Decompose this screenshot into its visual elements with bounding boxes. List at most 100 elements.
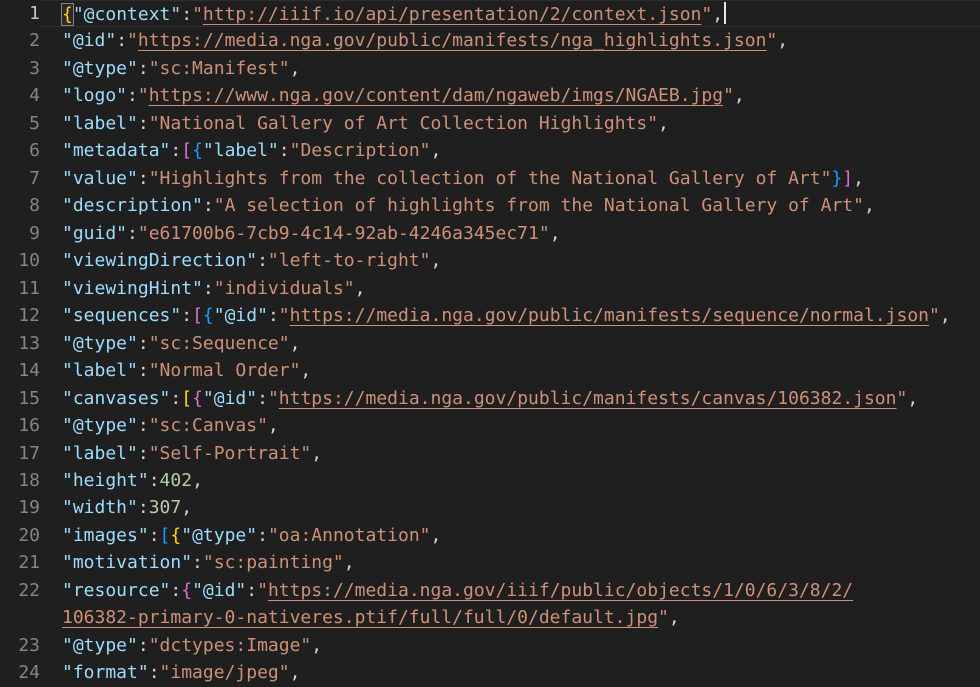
punctuation-token: : [181,305,193,327]
link-text[interactable]: https://media.nga.gov/public/manifests/n… [138,30,767,51]
code-line[interactable]: 6 "metadata":[{"label":"Description", [0,137,980,164]
code-line-content: "viewingDirection":"left-to-right", [40,247,980,274]
code-line[interactable]: 4 "logo":"https://www.nga.gov/content/dam… [0,82,980,109]
punctuation-token: : [148,662,160,684]
punctuation-token: , [430,250,442,272]
code-line[interactable]: 11 "viewingHint":"individuals", [0,275,980,302]
code-line[interactable]: 22 "resource":{"@id":"https://media.nga.g… [0,577,980,604]
json-key-token: "label" [62,442,138,464]
punctuation-token: , [289,662,301,684]
json-key-token: "@type" [62,332,138,354]
punctuation-token: : [148,469,160,491]
string-token: " [929,305,940,327]
punctuation-token: , [712,4,724,25]
line-number: 8 [29,195,40,217]
json-key-token: "@context" [72,4,182,25]
bracket-token: [ [181,140,193,162]
code-line-wrap[interactable]: 106382-primary-0-nativeres.ptif/full/ful… [0,604,980,631]
line-number: 10 [18,250,40,272]
code-line[interactable]: 3 "@type":"sc:Manifest", [0,55,980,82]
string-token: "e61700b6-7cb9-4c14-92ab-4246a345ec71" [137,222,550,244]
string-token: "sc:Manifest" [148,57,290,79]
matched-bracket-token: { [61,3,74,26]
bracket-token: { [202,305,214,327]
string-token: "Highlights from the collection of the N… [148,167,832,189]
code-line[interactable]: 19 "width":307, [0,494,980,521]
punctuation-token: : [137,167,149,189]
punctuation-token: , [853,167,864,189]
number-token: 402 [159,469,193,491]
string-token: "A selection of highlights from the Nati… [213,195,864,217]
link-text[interactable]: https://www.nga.gov/content/dam/ngaweb/i… [149,85,723,106]
code-line[interactable]: 5 "label":"National Gallery of Art Collec… [0,110,980,137]
punctuation-token: , [733,85,745,107]
bracket-token: { [192,140,203,162]
punctuation-token: : [278,140,290,162]
code-line-content: "motivation":"sc:painting", [40,549,980,576]
code-line[interactable]: 13 "@type":"sc:Sequence", [0,330,980,357]
code-line-content: "label":"National Gallery of Art Collect… [40,110,980,137]
code-line[interactable]: 9 "guid":"e61700b6-7cb9-4c14-92ab-4246a34… [0,220,980,247]
number-token: 307 [148,497,182,519]
json-key-token: "@type" [62,57,138,79]
code-line-content: "@type":"sc:Manifest", [40,55,980,82]
code-line[interactable]: 10 "viewingDirection":"left-to-right", [0,247,980,274]
punctuation-token: : [137,497,149,519]
string-token: "sc:Canvas" [148,415,268,437]
link-text[interactable]: https://media.nga.gov/iiif/public/object… [268,580,853,601]
string-token: "individuals" [213,277,355,299]
json-key-token: "motivation" [62,552,193,574]
code-line[interactable]: 20 "images":[{"@type":"oa:Annotation", [0,522,980,549]
string-token: " [658,607,669,629]
bracket-token: ] [842,167,854,189]
json-key-token: "@id" [62,30,117,52]
line-number: 4 [29,85,40,107]
bracket-token: [ [192,305,203,327]
code-line[interactable]: 14 "label":"Normal Order", [0,357,980,384]
code-line[interactable]: 21 "motivation":"sc:painting", [0,549,980,576]
string-token: " [766,30,778,52]
link-text[interactable]: http://iiif.io/api/presentation/2/contex… [203,4,702,25]
code-line-content: "@id":"https://media.nga.gov/public/mani… [40,27,980,54]
code-line[interactable]: 7 "value":"Highlights from the collection… [0,165,980,192]
punctuation-token: , [354,277,366,299]
code-line[interactable]: 8 "description":"A selection of highlight… [0,192,980,219]
punctuation-token: , [311,634,323,656]
code-line-content: "format":"image/jpeg", [40,659,980,686]
code-editor[interactable]: 1 {"@context":"http://iiif.io/api/present… [0,0,980,687]
string-token: "National Gallery of Art Collection High… [148,112,659,134]
punctuation-token: , [863,195,875,217]
code-line[interactable]: 23 "@type":"dctypes:Image", [0,632,980,659]
code-line[interactable]: 1 {"@context":"http://iiif.io/api/present… [0,0,980,28]
line-number: 11 [18,277,40,299]
punctuation-token: , [907,387,919,409]
string-token: "sc:painting" [202,552,344,574]
code-line[interactable]: 16 "@type":"sc:Canvas", [0,412,980,439]
bracket-token: { [181,579,193,601]
line-number: 2 [29,30,40,52]
json-key-token: "@type" [181,524,258,546]
code-line[interactable]: 17 "label":"Self-Portrait", [0,440,980,467]
punctuation-token: , [289,57,301,79]
punctuation-token: : [170,579,182,601]
string-token: " [257,579,268,601]
text-cursor [724,2,727,24]
punctuation-token: , [939,305,951,327]
line-number: 18 [18,469,40,491]
code-line[interactable]: 12 "sequences":[{"@id":"https://media.nga… [0,302,980,329]
code-line[interactable]: 15 "canvases":[{"@id":"https://media.nga.… [0,385,980,412]
punctuation-token: : [148,524,160,546]
string-token: " [701,4,713,25]
string-token: " [137,85,149,107]
code-line[interactable]: 2 "@id":"https://media.nga.gov/public/man… [0,27,980,54]
code-line[interactable]: 18 "height":402, [0,467,980,494]
punctuation-token: , [289,332,301,354]
code-line-content: "canvases":[{"@id":"https://media.nga.go… [40,385,980,412]
link-text[interactable]: 106382-primary-0-nativeres.ptif/full/ful… [62,607,658,628]
link-text[interactable]: https://media.nga.gov/public/manifests/s… [290,305,929,326]
line-number: 21 [18,552,40,574]
string-token: " [278,305,290,327]
link-text[interactable]: https://media.nga.gov/public/manifests/c… [279,388,897,409]
code-line[interactable]: 24 "format":"image/jpeg", [0,659,980,686]
punctuation-token: : [137,415,149,437]
